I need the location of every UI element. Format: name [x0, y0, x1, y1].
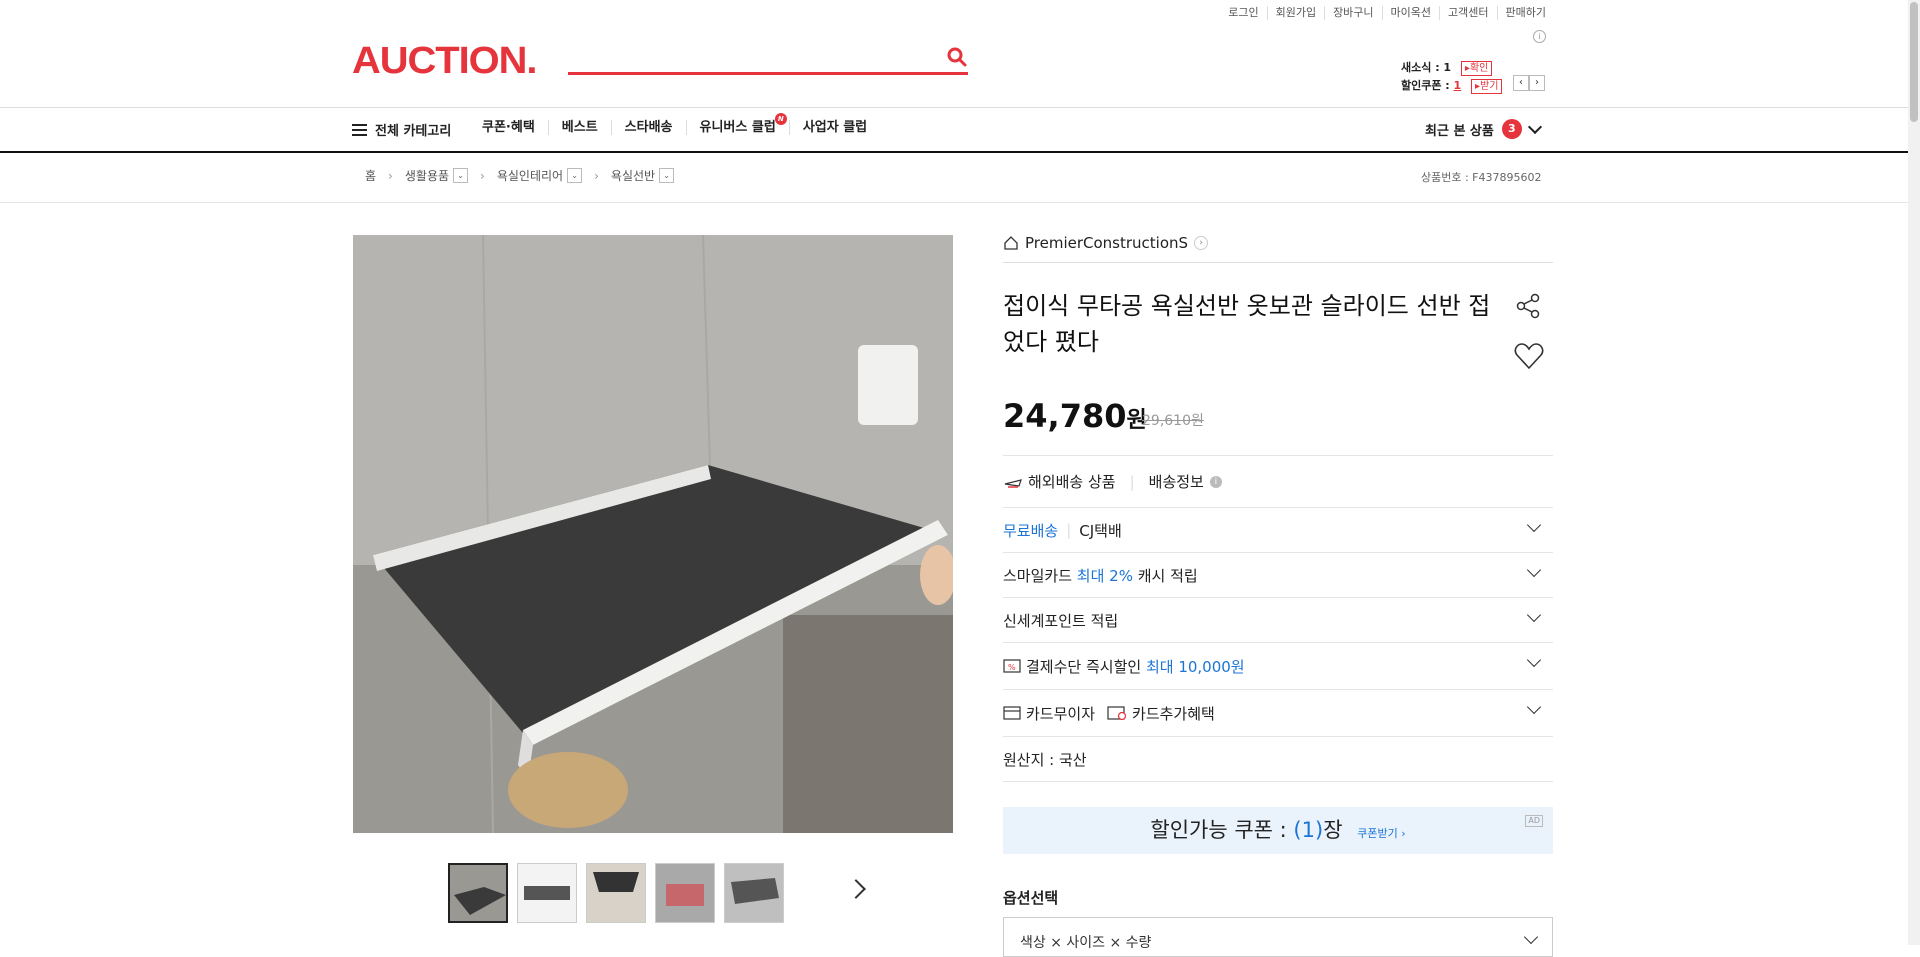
main-nav: 전체 카테고리 쿠폰·혜택 베스트 스타배송 유니버스 클럽 N 사업자 클럽 최… [0, 107, 1908, 153]
chevron-down-icon[interactable]: ⌄ [659, 168, 675, 183]
coupon-banner[interactable]: 할인가능 쿠폰 : (1)장 쿠폰받기 › AD [1003, 807, 1553, 854]
signup-link[interactable]: 회원가입 [1266, 6, 1324, 20]
chevron-down-icon[interactable]: ⌄ [453, 168, 469, 183]
home-icon [1004, 236, 1018, 250]
product-number: 상품번호 : F437895602 [1421, 171, 1542, 184]
option-title: 옵션선택 [1003, 889, 1059, 907]
search-icon[interactable] [946, 46, 968, 68]
scrollbar[interactable] [1908, 0, 1920, 945]
thumbnail[interactable] [655, 863, 715, 923]
news-check-button[interactable]: ▸확인 [1460, 61, 1493, 76]
nav-star-delivery[interactable]: 스타배송 [610, 120, 686, 135]
discount-icon: % [1003, 659, 1021, 673]
ad-badge: AD [1525, 815, 1543, 827]
thumbnail-list [448, 863, 784, 923]
svg-text:%: % [1008, 663, 1016, 672]
airplane-icon [1004, 478, 1022, 488]
recent-count-badge: 3 [1501, 119, 1522, 139]
utility-links: 로그인 회원가입 장바구니 마이옥션 고객센터 판매하기 [1220, 6, 1554, 20]
card-row[interactable]: 카드무이자 카드추가혜택 [1003, 689, 1553, 736]
recent-products-button[interactable]: 최근 본 상품 3 [1425, 119, 1542, 139]
breadcrumb-item[interactable]: 욕실인테리어 [497, 167, 563, 184]
nav-coupon[interactable]: 쿠폰·혜택 [482, 120, 548, 135]
login-link[interactable]: 로그인 [1220, 6, 1266, 20]
chevron-down-icon [1523, 929, 1539, 945]
info-icon[interactable]: i [1533, 30, 1546, 43]
shipping-row[interactable]: 무료배송 | CJ택배 [1003, 507, 1553, 552]
notice-arrows: ‹ › [1513, 75, 1545, 91]
chevron-right-icon: › [1194, 236, 1209, 250]
origin-row: 원산지 : 국산 [1003, 736, 1553, 782]
nav-best[interactable]: 베스트 [547, 120, 611, 135]
cart-link[interactable]: 장바구니 [1324, 6, 1381, 20]
share-icon[interactable] [1515, 292, 1543, 320]
thumbnail[interactable] [586, 863, 646, 923]
coupon-get-link[interactable]: 쿠폰받기 › [1357, 827, 1405, 840]
sell-link[interactable]: 판매하기 [1496, 6, 1554, 20]
product-title: 접이식 무타공 욕실선반 옷보관 슬라이드 선반 접었다 폈다 [1003, 292, 1491, 356]
overseas-row: 해외배송 상품 | 배송정보 i [1003, 455, 1553, 507]
breadcrumb: 홈 › 생활용품 ⌄ › 욕실인테리어 ⌄ › 욕실선반 ⌄ 상품번호 : F4378… [0, 152, 1908, 203]
thumb-next-icon[interactable] [846, 879, 866, 899]
new-badge: N [774, 113, 787, 125]
card-icon [1003, 706, 1021, 720]
chevron-down-icon [1526, 517, 1542, 533]
chevron-down-icon [1526, 607, 1542, 623]
chevron-down-icon [1527, 119, 1542, 134]
option-select[interactable]: 색상 × 사이즈 × 수량 [1003, 917, 1553, 957]
chevron-down-icon [1526, 699, 1542, 715]
shipping-info-link[interactable]: 배송정보 [1149, 471, 1204, 492]
nav-business-club[interactable]: 사업자 클럽 [788, 120, 880, 135]
shinsegae-row[interactable]: 신세계포인트 적립 [1003, 597, 1553, 642]
coupon-notice: 할인쿠폰 : 1 ▸받기 [1401, 77, 1503, 94]
card-benefit-icon [1107, 706, 1127, 720]
heart-icon[interactable] [1514, 342, 1544, 370]
news-notice: 새소식 : 1 ▸확인 [1401, 59, 1493, 76]
search-input[interactable] [568, 44, 968, 75]
prev-arrow-icon[interactable]: ‹ [1513, 75, 1529, 91]
breadcrumb-item[interactable]: 욕실선반 [611, 167, 655, 184]
chevron-down-icon[interactable]: ⌄ [567, 168, 583, 183]
menu-icon [352, 123, 367, 136]
my-auction-link[interactable]: 마이옥션 [1381, 6, 1439, 20]
auction-logo[interactable]: AUCTION. [352, 40, 537, 83]
info-icon[interactable]: i [1209, 475, 1222, 488]
coupon-get-button[interactable]: ▸받기 [1471, 79, 1503, 94]
breadcrumb-home[interactable]: 홈 [365, 167, 376, 184]
sale-price: 24,780원 [1003, 397, 1147, 435]
original-price: 29,610원 [1142, 413, 1204, 429]
payment-discount-row[interactable]: % 결제수단 즉시할인 최대 10,000원 [1003, 642, 1553, 689]
thumbnail[interactable] [448, 863, 508, 923]
customer-center-link[interactable]: 고객센터 [1439, 6, 1496, 20]
seller-link[interactable]: PremierConstructionS › [1003, 234, 1209, 252]
thumbnail[interactable] [724, 863, 784, 923]
chevron-down-icon [1526, 652, 1542, 668]
all-categories-button[interactable]: 전체 카테고리 [352, 120, 451, 139]
breadcrumb-item[interactable]: 생활용품 [405, 167, 449, 184]
smilecard-row[interactable]: 스마일카드 최대 2% 캐시 적립 [1003, 552, 1553, 597]
next-arrow-icon[interactable]: › [1529, 75, 1545, 91]
product-main-image[interactable] [353, 235, 953, 833]
chevron-down-icon [1526, 562, 1542, 578]
thumbnail[interactable] [517, 863, 577, 923]
nav-universe-club[interactable]: 유니버스 클럽 N [685, 113, 789, 135]
